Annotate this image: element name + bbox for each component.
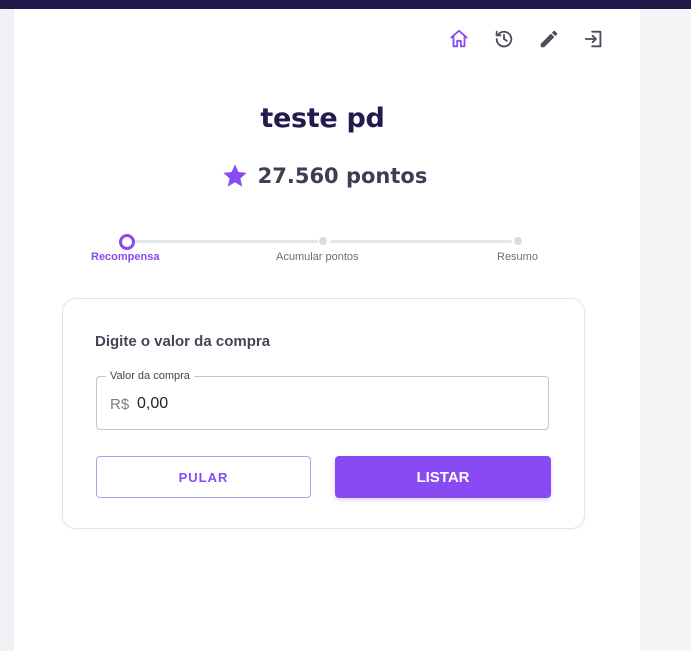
stepper-line-1 — [135, 240, 318, 243]
field-label: Valor da compra — [106, 370, 194, 382]
home-icon — [450, 29, 468, 48]
history-button[interactable] — [492, 27, 516, 51]
skip-button[interactable]: PULAR — [96, 456, 311, 498]
history-icon — [495, 30, 513, 48]
star-icon — [222, 164, 247, 187]
logout-button[interactable] — [582, 27, 606, 51]
top-bar — [0, 0, 691, 9]
stepper-line-2 — [330, 240, 512, 243]
points-row: 27.560 pontos — [0, 162, 648, 190]
points-balance: 27.560 pontos — [257, 164, 428, 188]
list-button[interactable]: LISTAR — [335, 456, 551, 498]
logout-icon — [584, 30, 602, 48]
step-label-acumular-pontos: Acumular pontos — [276, 251, 359, 263]
step-dot-recompensa — [119, 234, 135, 250]
step-dot-acumular-pontos — [319, 237, 327, 245]
step-dot-resumo — [514, 237, 522, 245]
currency-prefix: R$ — [110, 396, 130, 413]
purchase-value-input[interactable] — [137, 393, 517, 415]
user-name: teste pd — [260, 103, 385, 134]
card-title: Digite o valor da compra — [95, 333, 271, 350]
edit-button[interactable] — [537, 27, 561, 51]
step-label-recompensa: Recompensa — [91, 251, 160, 263]
step-label-resumo: Resumo — [497, 251, 538, 263]
home-button[interactable] — [447, 27, 471, 51]
edit-icon — [540, 30, 558, 48]
right-strip — [640, 9, 691, 651]
